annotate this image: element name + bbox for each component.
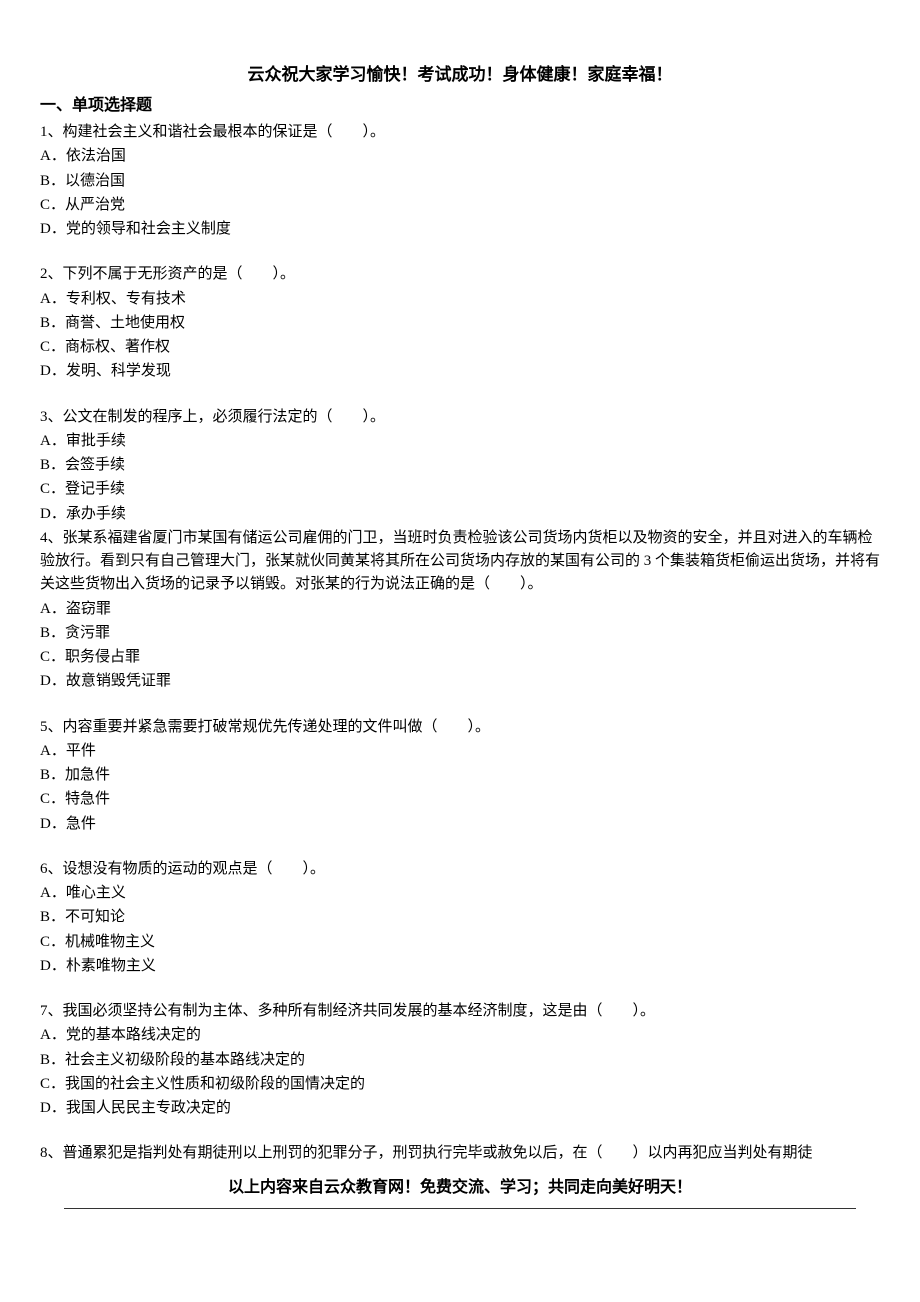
question-stem: 4、张某系福建省厦门市某国有储运公司雇佣的门卫，当班时负责检验该公司货场内货柜以… (40, 527, 880, 597)
question-option: B．不可知论 (40, 906, 880, 929)
question-option: D．党的领导和社会主义制度 (40, 218, 880, 241)
question-option: A．专利权、专有技术 (40, 288, 880, 311)
question-option: D．承办手续 (40, 503, 880, 526)
question-3: 3、公文在制发的程序上，必须履行法定的（ ）。 A．审批手续 B．会签手续 C．… (40, 406, 880, 526)
question-option: D．我国人民民主专政决定的 (40, 1097, 880, 1120)
page-header: 云众祝大家学习愉快！考试成功！身体健康！家庭幸福！ (40, 62, 880, 88)
question-option: B．商誉、土地使用权 (40, 312, 880, 335)
question-7: 7、我国必须坚持公有制为主体、多种所有制经济共同发展的基本经济制度，这是由（ ）… (40, 1000, 880, 1120)
question-5: 5、内容重要并紧急需要打破常规优先传递处理的文件叫做（ ）。 A．平件 B．加急… (40, 716, 880, 836)
question-option: D．朴素唯物主义 (40, 955, 880, 978)
question-option: B．以德治国 (40, 170, 880, 193)
question-option: B．贪污罪 (40, 622, 880, 645)
question-option: A．党的基本路线决定的 (40, 1024, 880, 1047)
page-footer: 以上内容来自云众教育网！免费交流、学习；共同走向美好明天！ (40, 1176, 880, 1201)
question-stem: 3、公文在制发的程序上，必须履行法定的（ ）。 (40, 406, 880, 429)
question-option: C．职务侵占罪 (40, 646, 880, 669)
question-option: D．急件 (40, 813, 880, 836)
question-6: 6、设想没有物质的运动的观点是（ ）。 A．唯心主义 B．不可知论 C．机械唯物… (40, 858, 880, 978)
question-stem: 5、内容重要并紧急需要打破常规优先传递处理的文件叫做（ ）。 (40, 716, 880, 739)
question-option: A．依法治国 (40, 145, 880, 168)
question-stem: 8、普通累犯是指判处有期徒刑以上刑罚的犯罪分子，刑罚执行完毕或赦免以后，在（ ）… (40, 1142, 880, 1165)
question-option: A．审批手续 (40, 430, 880, 453)
question-option: D．故意销毁凭证罪 (40, 670, 880, 693)
question-4: 4、张某系福建省厦门市某国有储运公司雇佣的门卫，当班时负责检验该公司货场内货柜以… (40, 527, 880, 694)
question-option: B．社会主义初级阶段的基本路线决定的 (40, 1049, 880, 1072)
question-option: C．登记手续 (40, 478, 880, 501)
question-stem: 7、我国必须坚持公有制为主体、多种所有制经济共同发展的基本经济制度，这是由（ ）… (40, 1000, 880, 1023)
question-stem: 6、设想没有物质的运动的观点是（ ）。 (40, 858, 880, 881)
question-1: 1、构建社会主义和谐社会最根本的保证是（ ）。 A．依法治国 B．以德治国 C．… (40, 121, 880, 241)
question-option: C．商标权、著作权 (40, 336, 880, 359)
question-option: C．我国的社会主义性质和初级阶段的国情决定的 (40, 1073, 880, 1096)
question-option: D．发明、科学发现 (40, 360, 880, 383)
question-option: C．特急件 (40, 788, 880, 811)
question-option: B．加急件 (40, 764, 880, 787)
section-title: 一、单项选择题 (40, 94, 880, 119)
question-option: C．机械唯物主义 (40, 931, 880, 954)
question-stem: 2、下列不属于无形资产的是（ ）。 (40, 263, 880, 286)
question-option: B．会签手续 (40, 454, 880, 477)
question-option: C．从严治党 (40, 194, 880, 217)
question-option: A．平件 (40, 740, 880, 763)
question-option: A．唯心主义 (40, 882, 880, 905)
footer-divider (64, 1208, 856, 1209)
question-2: 2、下列不属于无形资产的是（ ）。 A．专利权、专有技术 B．商誉、土地使用权 … (40, 263, 880, 383)
question-stem: 1、构建社会主义和谐社会最根本的保证是（ ）。 (40, 121, 880, 144)
question-option: A．盗窃罪 (40, 598, 880, 621)
question-8: 8、普通累犯是指判处有期徒刑以上刑罚的犯罪分子，刑罚执行完毕或赦免以后，在（ ）… (40, 1142, 880, 1165)
